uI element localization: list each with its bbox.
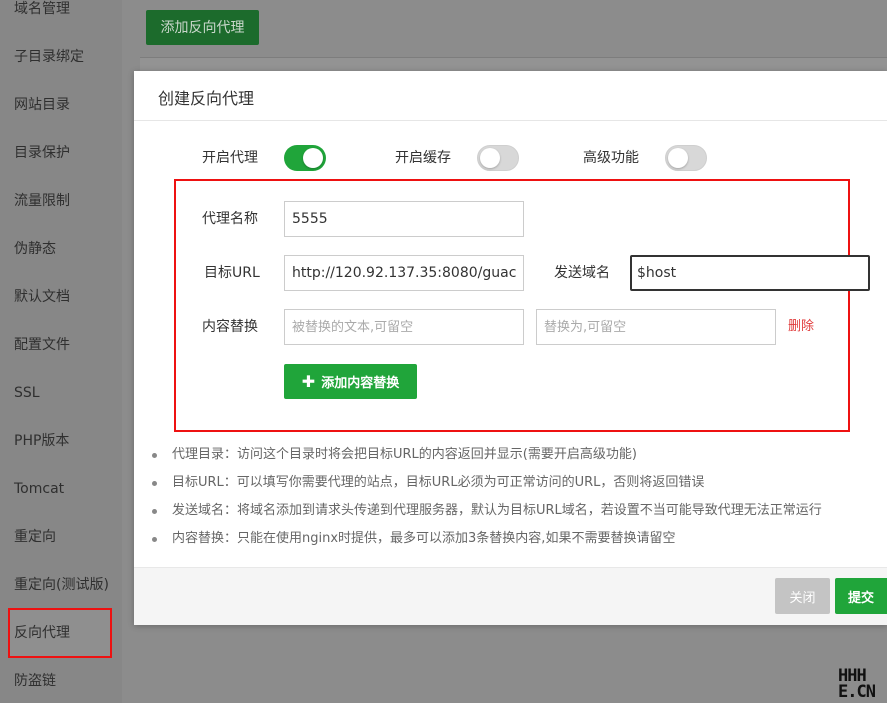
send-host-input[interactable]: [630, 255, 870, 291]
sidebar-item-php-version[interactable]: PHP版本: [14, 429, 69, 453]
sidebar-item-reverse-proxy[interactable]: 反向代理: [14, 621, 70, 645]
bullet-icon: [152, 537, 157, 542]
dialog-title: 创建反向代理: [158, 89, 255, 108]
bullet-icon: [152, 481, 157, 486]
cache-toggle-label: 开启缓存: [395, 150, 451, 166]
add-reverse-proxy-button[interactable]: 添加反向代理: [146, 10, 259, 45]
proxy-toggle-label: 开启代理: [202, 150, 258, 166]
plus-icon: ✚: [301, 372, 316, 391]
create-reverse-proxy-dialog: 创建反向代理 开启代理 开启缓存 高级功能 代理名称 目标URL 发送域名 内容…: [134, 71, 887, 625]
sidebar: 域名管理 子目录绑定 网站目录 目录保护 流量限制 伪静态 默认文档 配置文件 …: [0, 0, 122, 703]
sidebar-item-traffic-limit[interactable]: 流量限制: [14, 189, 70, 213]
toggle-knob: [303, 148, 323, 168]
help-item: 发送域名：将域名添加到请求头传递到代理服务器，默认为目标URL域名，若设置不当可…: [150, 497, 887, 525]
sidebar-item-site-dir[interactable]: 网站目录: [14, 93, 70, 117]
cache-toggle[interactable]: [477, 145, 519, 171]
delete-replace-link[interactable]: 删除: [788, 315, 814, 339]
sidebar-item-domain[interactable]: 域名管理: [14, 0, 70, 21]
content-replace-label: 内容替换: [202, 319, 258, 335]
help-item: 内容替换：只能在使用nginx时提供，最多可以添加3条替换内容,如果不需要替换请…: [150, 525, 887, 553]
help-item: 目标URL：可以填写你需要代理的站点，目标URL必须为可正常访问的URL，否则将…: [150, 469, 887, 497]
toggle-knob: [480, 148, 500, 168]
send-host-label: 发送域名: [554, 265, 610, 281]
sidebar-item-dir-protect[interactable]: 目录保护: [14, 141, 70, 165]
sidebar-item-redirect-beta[interactable]: 重定向(测试版): [14, 573, 109, 597]
dialog-footer: 关闭 提交: [134, 567, 887, 625]
proxy-name-input[interactable]: [284, 201, 524, 237]
proxy-toggle[interactable]: [284, 145, 326, 171]
dialog-header: 创建反向代理: [134, 71, 887, 121]
bullet-icon: [152, 453, 157, 458]
replace-from-input[interactable]: [284, 309, 524, 345]
replace-to-input[interactable]: [536, 309, 776, 345]
proxy-name-label: 代理名称: [202, 211, 258, 227]
add-content-replace-label: 添加内容替换: [321, 376, 400, 391]
sidebar-item-config-file[interactable]: 配置文件: [14, 333, 70, 357]
target-url-input[interactable]: [284, 255, 524, 291]
proxy-table-header: [140, 57, 887, 71]
target-url-label: 目标URL: [204, 265, 260, 281]
submit-button[interactable]: 提交: [835, 578, 887, 614]
sidebar-item-tomcat[interactable]: Tomcat: [14, 477, 64, 501]
help-item: 代理目录：访问这个目录时将会把目标URL的内容返回并显示(需要开启高级功能): [150, 441, 887, 469]
sidebar-item-default-doc[interactable]: 默认文档: [14, 285, 70, 309]
bullet-icon: [152, 509, 157, 514]
watermark-logo: HHH E.CN: [838, 666, 876, 702]
add-content-replace-button[interactable]: ✚ 添加内容替换: [284, 364, 417, 399]
sidebar-item-ssl[interactable]: SSL: [14, 381, 40, 405]
help-notes: 代理目录：访问这个目录时将会把目标URL的内容返回并显示(需要开启高级功能) 目…: [150, 441, 887, 553]
advanced-toggle[interactable]: [665, 145, 707, 171]
toggle-knob: [668, 148, 688, 168]
sidebar-item-redirect[interactable]: 重定向: [14, 525, 56, 549]
advanced-toggle-label: 高级功能: [583, 150, 639, 166]
sidebar-item-subdir[interactable]: 子目录绑定: [14, 45, 84, 69]
sidebar-item-hotlink[interactable]: 防盗链: [14, 669, 56, 693]
close-button[interactable]: 关闭: [775, 578, 830, 614]
sidebar-item-rewrite[interactable]: 伪静态: [14, 237, 56, 261]
